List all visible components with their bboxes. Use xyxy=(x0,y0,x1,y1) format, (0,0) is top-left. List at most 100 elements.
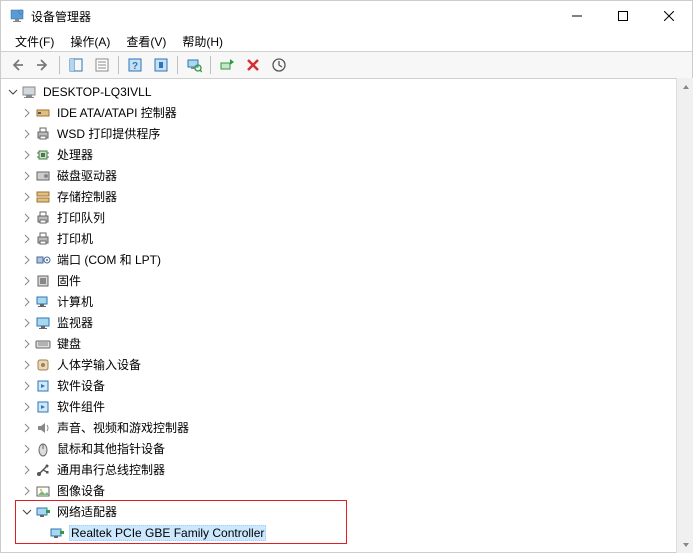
device-tree[interactable]: DESKTOP-LQ3IVLL IDE ATA/ATAPI 控制器 WSD 打印提… xyxy=(1,79,692,552)
chevron-right-icon[interactable] xyxy=(19,357,35,373)
toolbar-separator xyxy=(210,56,211,74)
tree-category[interactable]: 计算机 xyxy=(1,291,692,312)
network-adapter-icon xyxy=(35,504,51,520)
tree-category-label: 键盘 xyxy=(55,334,83,353)
forward-button[interactable] xyxy=(31,54,55,76)
minimize-button[interactable] xyxy=(554,1,600,31)
tree-root-label: DESKTOP-LQ3IVLL xyxy=(41,84,154,100)
chevron-right-icon[interactable] xyxy=(19,147,35,163)
chevron-right-icon[interactable] xyxy=(19,420,35,436)
network-adapter-icon xyxy=(49,525,65,541)
tree-root[interactable]: DESKTOP-LQ3IVLL xyxy=(1,81,692,102)
toolbar-separator xyxy=(118,56,119,74)
tree-category-label: 人体学输入设备 xyxy=(55,355,143,374)
back-button[interactable] xyxy=(5,54,29,76)
disk-icon xyxy=(35,168,51,184)
tree-category-label: 固件 xyxy=(55,271,83,290)
properties-button[interactable] xyxy=(90,54,114,76)
scan-hardware-button[interactable] xyxy=(182,54,206,76)
chevron-right-icon[interactable] xyxy=(19,252,35,268)
chevron-down-icon[interactable] xyxy=(5,84,21,100)
action-button[interactable] xyxy=(149,54,173,76)
computer-icon xyxy=(21,84,37,100)
tree-category[interactable]: 软件设备 xyxy=(1,375,692,396)
help-button[interactable]: ? xyxy=(123,54,147,76)
tree-category-label: 打印机 xyxy=(55,229,95,248)
tree-category[interactable]: 图像设备 xyxy=(1,480,692,501)
storage-icon xyxy=(35,189,51,205)
menu-file[interactable]: 文件(F) xyxy=(7,31,62,52)
tree-category[interactable]: 通用串行总线控制器 xyxy=(1,459,692,480)
maximize-button[interactable] xyxy=(600,1,646,31)
uninstall-device-button[interactable] xyxy=(241,54,265,76)
tree-category[interactable]: 软件组件 xyxy=(1,396,692,417)
chevron-right-icon[interactable] xyxy=(19,189,35,205)
tree-device-selected[interactable]: Realtek PCIe GBE Family Controller xyxy=(1,522,692,543)
chevron-right-icon[interactable] xyxy=(19,483,35,499)
monitor-icon xyxy=(35,315,51,331)
show-hide-tree-button[interactable] xyxy=(64,54,88,76)
chevron-right-icon[interactable] xyxy=(19,399,35,415)
chevron-right-icon[interactable] xyxy=(19,126,35,142)
menu-view[interactable]: 查看(V) xyxy=(118,31,174,52)
tree-category-network[interactable]: 网络适配器 xyxy=(1,501,692,522)
toolbar-separator xyxy=(177,56,178,74)
image-icon xyxy=(35,483,51,499)
tree-category[interactable]: 声音、视频和游戏控制器 xyxy=(1,417,692,438)
titlebar: 设备管理器 xyxy=(1,1,692,31)
window-title: 设备管理器 xyxy=(31,8,554,25)
tree-category[interactable]: 鼠标和其他指针设备 xyxy=(1,438,692,459)
chevron-right-icon[interactable] xyxy=(19,210,35,226)
cpu-icon xyxy=(35,147,51,163)
tree-category-label: 存储控制器 xyxy=(55,187,119,206)
tree-category-label: 软件设备 xyxy=(55,376,107,395)
tree-category[interactable]: IDE ATA/ATAPI 控制器 xyxy=(1,102,692,123)
tree-category[interactable]: 键盘 xyxy=(1,333,692,354)
usb-icon xyxy=(35,462,51,478)
chevron-right-icon[interactable] xyxy=(19,336,35,352)
chevron-right-icon[interactable] xyxy=(19,378,35,394)
tree-category[interactable]: 端口 (COM 和 LPT) xyxy=(1,249,692,270)
scroll-up-icon[interactable] xyxy=(677,78,693,95)
chevron-right-icon[interactable] xyxy=(19,168,35,184)
scroll-down-icon[interactable] xyxy=(677,536,693,553)
software2-icon xyxy=(35,399,51,415)
chevron-right-icon[interactable] xyxy=(19,462,35,478)
tree-category[interactable]: 人体学输入设备 xyxy=(1,354,692,375)
toolbar: ? xyxy=(1,51,692,79)
close-button[interactable] xyxy=(646,1,692,31)
tree-category-label: 声音、视频和游戏控制器 xyxy=(55,418,191,437)
port-icon xyxy=(35,252,51,268)
tree-category[interactable]: 打印队列 xyxy=(1,207,692,228)
tree-category[interactable]: 处理器 xyxy=(1,144,692,165)
tree-category[interactable]: 固件 xyxy=(1,270,692,291)
tree-category[interactable]: 打印机 xyxy=(1,228,692,249)
chevron-right-icon[interactable] xyxy=(19,315,35,331)
menu-action[interactable]: 操作(A) xyxy=(62,31,118,52)
firmware-icon xyxy=(35,273,51,289)
enable-device-button[interactable] xyxy=(215,54,239,76)
tree-category-label: WSD 打印提供程序 xyxy=(55,124,162,143)
menu-help[interactable]: 帮助(H) xyxy=(174,31,231,52)
chevron-down-icon[interactable] xyxy=(19,504,35,520)
vertical-scrollbar[interactable] xyxy=(676,78,693,553)
tree-category-label: 软件组件 xyxy=(55,397,107,416)
tree-category-label: 通用串行总线控制器 xyxy=(55,460,167,479)
computer-icon xyxy=(35,294,51,310)
chevron-right-icon[interactable] xyxy=(19,231,35,247)
tree-category[interactable]: WSD 打印提供程序 xyxy=(1,123,692,144)
update-driver-button[interactable] xyxy=(267,54,291,76)
toolbar-separator xyxy=(59,56,60,74)
chevron-right-icon[interactable] xyxy=(19,105,35,121)
tree-category[interactable]: 存储控制器 xyxy=(1,186,692,207)
tree-category[interactable]: 监视器 xyxy=(1,312,692,333)
tree-category[interactable]: 磁盘驱动器 xyxy=(1,165,692,186)
chevron-right-icon[interactable] xyxy=(19,273,35,289)
printer2-icon xyxy=(35,231,51,247)
keyboard-icon xyxy=(35,336,51,352)
tree-category-label: 处理器 xyxy=(55,145,95,164)
tree-category-label: IDE ATA/ATAPI 控制器 xyxy=(55,103,179,122)
chevron-right-icon[interactable] xyxy=(19,294,35,310)
chevron-right-icon[interactable] xyxy=(19,441,35,457)
tree-category-label: 图像设备 xyxy=(55,481,107,500)
